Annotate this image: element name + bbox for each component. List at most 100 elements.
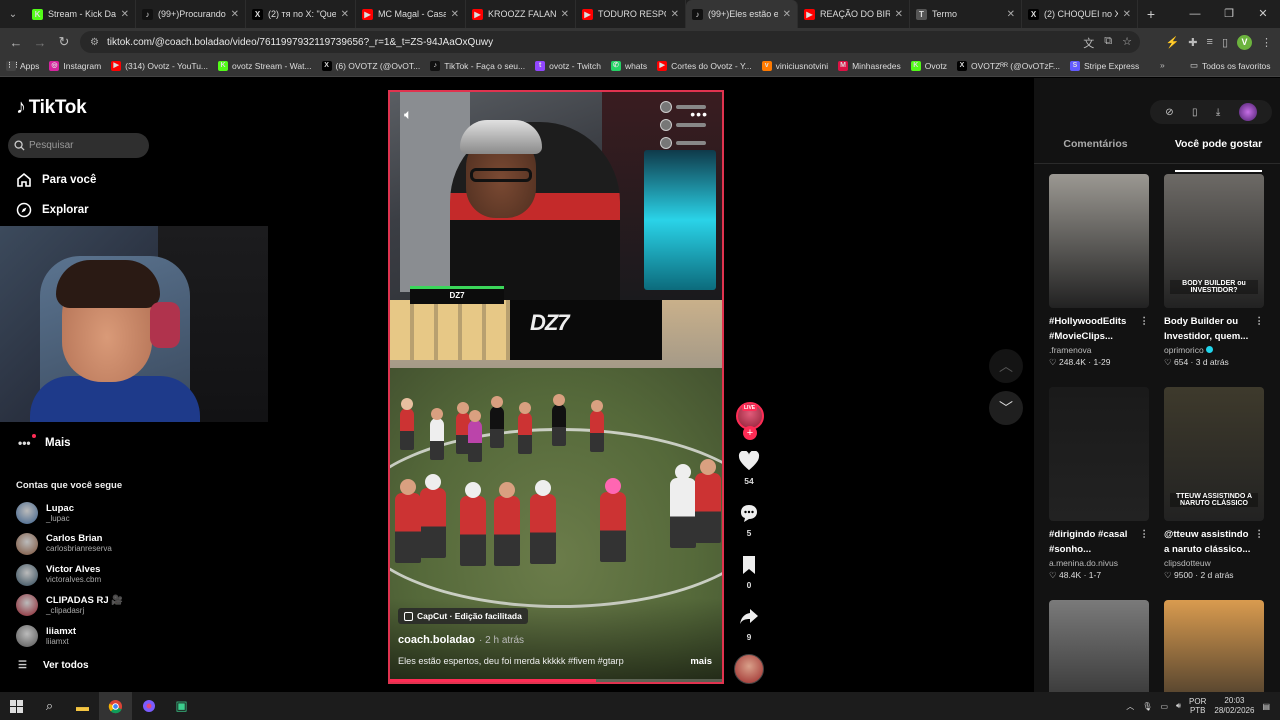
previous-video-button[interactable]: ︿ — [989, 349, 1023, 383]
bookmark-item[interactable]: ✆ whats — [610, 61, 647, 71]
minimize-button[interactable]: — — [1178, 0, 1212, 28]
close-tab-icon[interactable]: ✕ — [231, 9, 239, 20]
sound-avatar[interactable] — [734, 654, 764, 684]
recommended-video[interactable]: #dirigindo #casal #sonho... ⋮ a.menina.do.… — [1049, 387, 1149, 581]
video-thumbnail[interactable]: PUDIM DE — [1164, 600, 1264, 692]
back-button[interactable]: ← — [4, 35, 28, 50]
recommended-video[interactable]: TTEUW ASSISTINDO A NARUTO CLÁSSICO @tteuw… — [1164, 387, 1264, 581]
followed-account[interactable]: Carlos Brian carlosbrianreserva — [16, 532, 112, 555]
search-icon[interactable]: ⌕ — [33, 692, 66, 720]
save-button[interactable]: 0 — [734, 554, 764, 590]
bookmarks-overflow-icon[interactable]: » — [1160, 60, 1165, 70]
close-tab-icon[interactable]: ✕ — [121, 9, 129, 20]
bookmark-item[interactable]: ▶ Cortes do Ovotz - Y... — [657, 61, 752, 71]
share-button[interactable]: 9 — [734, 606, 764, 642]
volume-tray-icon[interactable]: 🔊︎ — [1176, 701, 1181, 711]
more-options-icon[interactable]: ⋮ — [1254, 314, 1264, 329]
input-language[interactable]: POR PTB — [1189, 697, 1206, 715]
notifications-icon[interactable]: ▤ — [1262, 702, 1270, 711]
browser-tab[interactable]: ▶ REAÇÃO DO BIRO ✕ — [798, 0, 910, 28]
browser-tab[interactable]: ♪ (99+)Procurando ✕ — [136, 0, 246, 28]
new-tab-button[interactable]: + — [1138, 6, 1164, 22]
video-thumbnail[interactable]: FALADA — [1049, 600, 1149, 692]
video-player[interactable]: DZ7 DZ7 🔈︎ ••• CapCut · Edição facilitad… — [388, 90, 724, 684]
recommended-video[interactable]: FALADA — [1049, 600, 1149, 692]
search-box[interactable] — [8, 133, 149, 158]
clock[interactable]: 20:03 28/02/2026 — [1214, 696, 1254, 716]
bookmark-star-icon[interactable]: ☆ — [1122, 35, 1132, 51]
address-bar[interactable]: ⚙ tiktok.com/@coach.boladao/video/761199… — [80, 31, 1140, 53]
split-view-icon[interactable]: ▯ — [1222, 36, 1228, 49]
browser-tab[interactable]: X (2) тя no X: "Quer ✕ — [246, 0, 356, 28]
nav-explore[interactable]: Explorar — [16, 202, 89, 218]
terminal-app-icon[interactable]: ▣ — [165, 692, 198, 720]
nav-more[interactable]: ••• Mais — [18, 434, 71, 450]
description-more-button[interactable]: mais — [690, 656, 712, 667]
close-tab-icon[interactable]: ✕ — [783, 9, 791, 20]
tray-overflow-icon[interactable]: ︿ — [1126, 701, 1134, 712]
browser-tab[interactable]: ♪ (99+)Eles estão e ✕ — [686, 0, 798, 28]
more-options-icon[interactable]: ⋮ — [1139, 527, 1149, 542]
close-window-button[interactable]: ✕ — [1246, 0, 1280, 28]
profile-avatar[interactable]: V — [1237, 34, 1252, 50]
media-control-icon[interactable]: ≡ — [1207, 36, 1213, 48]
more-options-icon[interactable]: ⋮ — [1139, 314, 1149, 329]
comment-button[interactable]: 5 — [734, 502, 764, 538]
close-tab-icon[interactable]: ✕ — [1123, 9, 1131, 20]
follow-plus-button[interactable]: + — [743, 426, 757, 440]
capcut-badge[interactable]: CapCut · Edição facilitada — [398, 608, 528, 624]
close-tab-icon[interactable]: ✕ — [1007, 9, 1015, 20]
chrome-menu-icon[interactable]: ⋮ — [1261, 36, 1272, 49]
video-thumbnail[interactable] — [1049, 387, 1149, 521]
tab-comments[interactable]: Comentários — [1034, 134, 1157, 163]
browser-tab[interactable]: K Stream - Kick Da ✕ — [26, 0, 136, 28]
video-author[interactable]: coach.boladao — [398, 634, 475, 646]
close-tab-icon[interactable]: ✕ — [341, 9, 349, 20]
video-thumbnail[interactable]: TTEUW ASSISTINDO A NARUTO CLÁSSICO — [1164, 387, 1264, 521]
close-tab-icon[interactable]: ✕ — [451, 9, 459, 20]
followed-account[interactable]: Lupac _lupac — [16, 502, 74, 524]
search-input[interactable] — [29, 140, 139, 151]
video-progress-bar[interactable] — [390, 679, 722, 682]
next-video-button[interactable]: ﹀ — [989, 391, 1023, 425]
browser-tab[interactable]: X (2) CHOQUEI no X ✕ — [1022, 0, 1138, 28]
recommended-video[interactable]: #HollywoodEdits #MovieClips... ⋮ .framenov… — [1049, 174, 1149, 368]
nav-for-you[interactable]: Para você — [16, 172, 96, 188]
bookmark-item[interactable]: ⋮⋮ Apps — [6, 61, 39, 71]
recommended-video[interactable]: BODY BUILDER ou INVESTIDOR? Body Builder … — [1164, 174, 1264, 368]
bookmark-item[interactable]: X (6) OVOTZ (@OvOT... — [321, 61, 420, 71]
maximize-button[interactable]: ❐ — [1212, 0, 1246, 28]
browser-tab[interactable]: T Termo ✕ — [910, 0, 1022, 28]
all-bookmarks-button[interactable]: ▭ Todos os favoritos — [1190, 60, 1271, 71]
bookmark-item[interactable]: M Minhasredes — [838, 61, 901, 71]
forward-button[interactable]: → — [28, 35, 52, 50]
device-icon[interactable]: ▯ — [1192, 107, 1198, 118]
bookmark-item[interactable]: v viniciusnotvini — [761, 61, 828, 71]
bookmark-item[interactable]: K Ovotz — [910, 61, 947, 71]
close-tab-icon[interactable]: ✕ — [561, 9, 569, 20]
followed-account[interactable]: liiamxt liiamxt — [16, 625, 76, 648]
tab-search-button[interactable]: ⌄ — [0, 0, 26, 28]
video-thumbnail[interactable] — [1049, 174, 1149, 308]
bookmark-item[interactable]: t ovotz - Twitch — [535, 61, 601, 71]
download-icon[interactable]: ⤓ — [1216, 107, 1220, 118]
bookmark-item[interactable]: X OVOTZᴿᴿ (@OvOTzF... — [956, 61, 1060, 71]
app-icon[interactable] — [132, 692, 165, 720]
see-all-following[interactable]: ☰ Ver todos — [18, 660, 89, 671]
site-info-icon[interactable]: ⚙ — [90, 37, 99, 48]
microphone-icon[interactable]: 🎙︎ — [1142, 702, 1152, 711]
followed-account[interactable]: Victor Alves victoralves.cbm — [16, 563, 101, 586]
tab-you-may-like[interactable]: Você pode gostar — [1157, 134, 1280, 172]
file-explorer-icon[interactable]: ▬ — [66, 692, 99, 720]
close-tab-icon[interactable]: ✕ — [671, 9, 679, 20]
bookmark-item[interactable]: ♪ TikTok - Faça o seu... — [430, 61, 525, 71]
browser-tab[interactable]: ▶ MC Magal - Casal ✕ — [356, 0, 466, 28]
url-text[interactable]: tiktok.com/@coach.boladao/video/76119979… — [107, 37, 493, 48]
like-button[interactable]: 54 — [734, 450, 764, 486]
reload-button[interactable]: ↻ — [52, 34, 76, 50]
close-tab-icon[interactable]: ✕ — [895, 9, 903, 20]
followed-account[interactable]: CLIPADAS RJ 🎥 _clipadasrj — [16, 594, 123, 617]
chrome-icon[interactable] — [99, 692, 132, 720]
volume-icon[interactable]: 🔈︎ — [404, 106, 412, 123]
video-thumbnail[interactable]: BODY BUILDER ou INVESTIDOR? — [1164, 174, 1264, 308]
